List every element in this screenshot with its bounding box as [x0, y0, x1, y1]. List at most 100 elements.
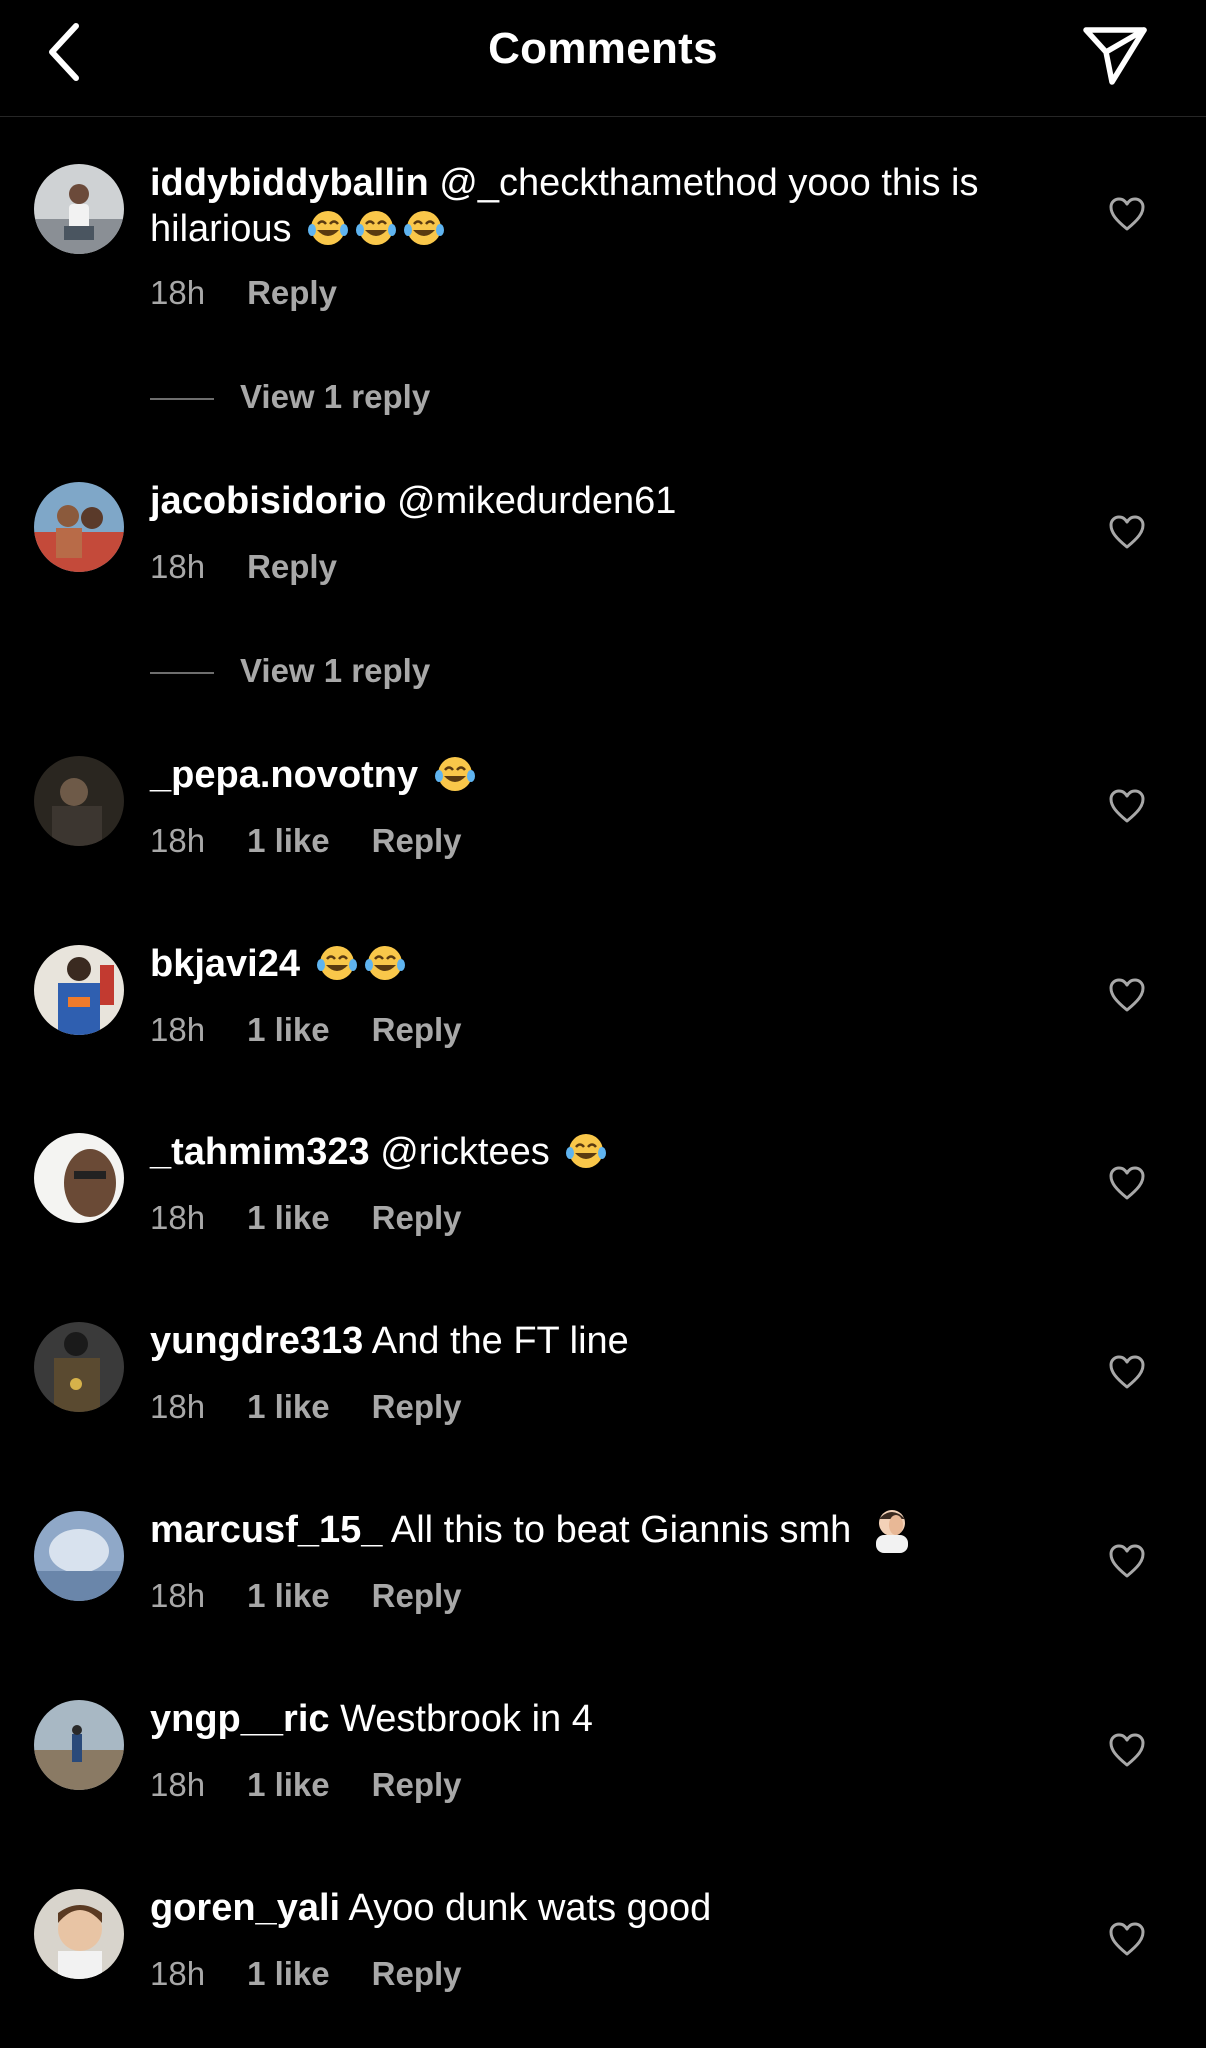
likes-count[interactable]: 1 like: [247, 1199, 330, 1236]
view-replies-label: View 1 reply: [240, 378, 431, 415]
likes-count[interactable]: 1 like: [247, 822, 330, 859]
comment-meta: 18h 1 like Reply: [150, 1011, 504, 1049]
share-button[interactable]: [1080, 22, 1150, 88]
view-replies-button[interactable]: View 1 reply: [150, 378, 430, 416]
heart-icon: [1109, 197, 1145, 231]
likes-count[interactable]: 1 like: [247, 1388, 330, 1425]
comment-text: All this to beat Giannis smh: [390, 1509, 852, 1551]
like-button[interactable]: [1108, 1543, 1146, 1579]
avatar-image: [34, 945, 124, 1035]
tears-of-joy-emoji-icon: [566, 1133, 607, 1168]
comment-time: 18h: [150, 822, 206, 859]
comment-meta: 18h Reply: [150, 274, 379, 312]
comment-username[interactable]: yungdre313: [150, 1320, 363, 1362]
comment-text: @mikedurden61: [397, 480, 677, 522]
comment-time: 18h: [150, 1955, 206, 1992]
like-button[interactable]: [1108, 1354, 1146, 1390]
avatar[interactable]: [34, 1511, 124, 1601]
header-bar: Comments: [0, 0, 1206, 117]
reply-button[interactable]: Reply: [372, 822, 462, 859]
comment-meta: 18h 1 like Reply: [150, 1955, 504, 1993]
avatar[interactable]: [34, 1133, 124, 1223]
comment-time: 18h: [150, 274, 206, 311]
avatar[interactable]: [34, 756, 124, 846]
likes-count[interactable]: 1 like: [247, 1766, 330, 1803]
like-button[interactable]: [1108, 1165, 1146, 1201]
avatar-image: [34, 482, 124, 572]
facepalm-emoji-icon: [875, 1509, 908, 1553]
replies-divider-line: [150, 672, 214, 675]
avatar[interactable]: [34, 164, 124, 254]
likes-count[interactable]: 1 like: [247, 1955, 330, 1992]
avatar-image: [34, 1322, 124, 1412]
view-replies-label: View 1 reply: [240, 652, 431, 689]
comment-meta: 18h 1 like Reply: [150, 1199, 504, 1237]
comment-username[interactable]: marcusf_15_: [150, 1509, 382, 1551]
reply-button[interactable]: Reply: [247, 548, 337, 585]
likes-count[interactable]: 1 like: [247, 1011, 330, 1048]
like-button[interactable]: [1108, 788, 1146, 824]
comment-body: yungdre313 And the FT line: [150, 1318, 1050, 1364]
comment-time: 18h: [150, 1766, 206, 1803]
heart-icon: [1109, 1355, 1145, 1389]
tears-of-joy-emoji-icon: [434, 756, 475, 791]
comment-body: marcusf_15_ All this to beat Giannis smh: [150, 1507, 1050, 1553]
comment-username[interactable]: yngp__ric: [150, 1698, 330, 1740]
reply-button[interactable]: Reply: [372, 1011, 462, 1048]
avatar-image: [34, 1133, 124, 1223]
paper-plane-icon: [1083, 27, 1147, 85]
like-button[interactable]: [1108, 514, 1146, 550]
page-title: Comments: [488, 24, 718, 73]
heart-icon: [1109, 978, 1145, 1012]
comment-time: 18h: [150, 1011, 206, 1048]
comment-body: yngp__ric Westbrook in 4: [150, 1696, 1050, 1742]
view-replies-button[interactable]: View 1 reply: [150, 652, 430, 690]
comment-username[interactable]: _tahmim323: [150, 1131, 370, 1173]
comment-text: Westbrook in 4: [340, 1698, 593, 1740]
avatar-image: [34, 1700, 124, 1790]
heart-icon: [1109, 515, 1145, 549]
like-button[interactable]: [1108, 196, 1146, 232]
avatar-image: [34, 1889, 124, 1979]
comment-meta: 18h 1 like Reply: [150, 1577, 504, 1615]
avatar-image: [34, 1511, 124, 1601]
avatar[interactable]: [34, 945, 124, 1035]
replies-divider-line: [150, 398, 214, 401]
tears-of-joy-emoji-icon: [404, 210, 445, 245]
like-button[interactable]: [1108, 1921, 1146, 1957]
avatar[interactable]: [34, 482, 124, 572]
comment-time: 18h: [150, 1199, 206, 1236]
comment-username[interactable]: iddybiddyballin: [150, 162, 429, 204]
reply-button[interactable]: Reply: [372, 1955, 462, 1992]
tears-of-joy-emoji-icon: [316, 945, 357, 980]
reply-button[interactable]: Reply: [372, 1388, 462, 1425]
likes-count[interactable]: 1 like: [247, 1577, 330, 1614]
comment-username[interactable]: jacobisidorio: [150, 480, 386, 522]
comment-meta: 18h 1 like Reply: [150, 1388, 504, 1426]
reply-button[interactable]: Reply: [372, 1577, 462, 1614]
comment-text: And the FT line: [371, 1320, 629, 1362]
comment-username[interactable]: bkjavi24: [150, 943, 300, 985]
like-button[interactable]: [1108, 1732, 1146, 1768]
avatar[interactable]: [34, 1322, 124, 1412]
tears-of-joy-emoji-icon: [356, 210, 397, 245]
avatar-image: [34, 164, 124, 254]
heart-icon: [1109, 1922, 1145, 1956]
heart-icon: [1109, 1166, 1145, 1200]
comment-body: bkjavi24: [150, 941, 1050, 987]
like-button[interactable]: [1108, 977, 1146, 1013]
comment-meta: 18h Reply: [150, 548, 379, 586]
tears-of-joy-emoji-icon: [364, 945, 405, 980]
reply-button[interactable]: Reply: [372, 1766, 462, 1803]
avatar[interactable]: [34, 1889, 124, 1979]
comment-time: 18h: [150, 1577, 206, 1614]
reply-button[interactable]: Reply: [372, 1199, 462, 1236]
heart-icon: [1109, 1544, 1145, 1578]
comment-username[interactable]: goren_yali: [150, 1887, 340, 1929]
comment-username[interactable]: _pepa.novotny: [150, 754, 418, 796]
avatar[interactable]: [34, 1700, 124, 1790]
reply-button[interactable]: Reply: [247, 274, 337, 311]
comment-text: @ricktees: [380, 1131, 550, 1173]
comment-body: goren_yali Ayoo dunk wats good: [150, 1885, 1050, 1931]
comment-body: _tahmim323 @ricktees: [150, 1129, 1050, 1175]
